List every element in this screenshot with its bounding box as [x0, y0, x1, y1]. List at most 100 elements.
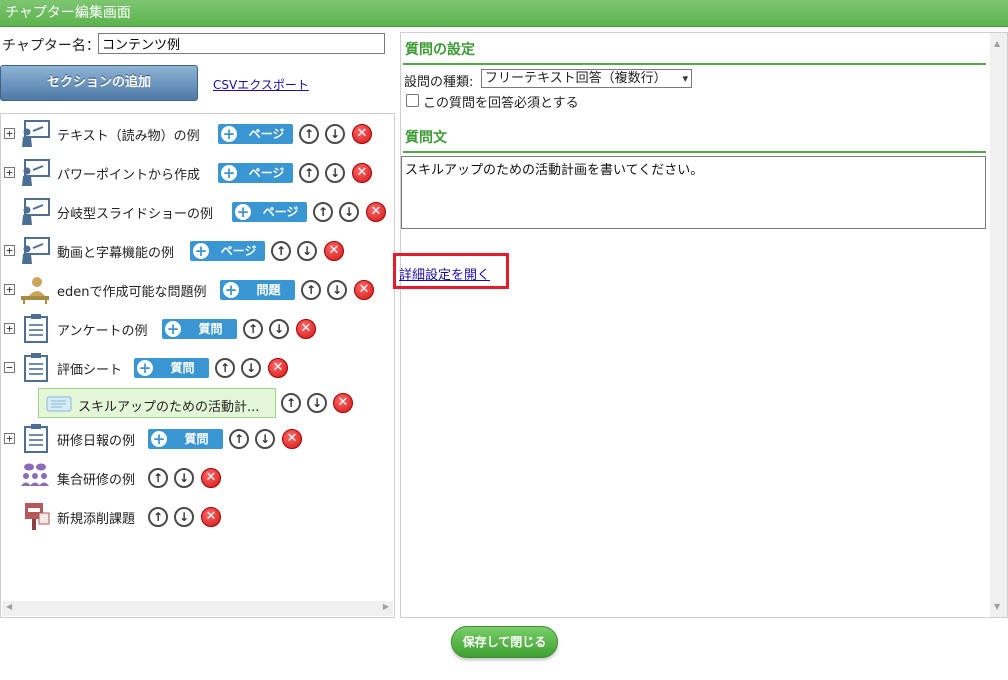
- add-page-button[interactable]: + ページ: [190, 241, 265, 261]
- delete-button[interactable]: ✕: [366, 202, 386, 222]
- delete-button[interactable]: ✕: [354, 280, 374, 300]
- required-checkbox-label: この質問を回答必須とする: [423, 96, 579, 111]
- tree-row: + アンケートの例 + 質問 ↑ ↓ ✕: [1, 313, 393, 343]
- move-down-button[interactable]: ↓: [269, 319, 289, 339]
- scroll-left-icon[interactable]: ◀: [6, 602, 12, 611]
- presentation-icon: [22, 120, 50, 147]
- move-up-button[interactable]: ↑: [148, 507, 168, 527]
- question-text-title: 質問文: [405, 130, 447, 146]
- question-type-label: 設問の種類:: [404, 75, 474, 90]
- move-down-button[interactable]: ↓: [241, 358, 261, 378]
- move-down-button[interactable]: ↓: [174, 468, 194, 488]
- tree-item-label: スキルアップのための活動計...: [78, 400, 260, 415]
- move-down-button[interactable]: ↓: [327, 280, 347, 300]
- move-up-button[interactable]: ↑: [243, 319, 263, 339]
- delete-button[interactable]: ✕: [282, 429, 302, 449]
- chapter-name-input[interactable]: [98, 33, 385, 54]
- question-type-select[interactable]: フリーテキスト回答（複数行） ▾: [481, 69, 692, 88]
- add-question-button[interactable]: + 質問: [148, 429, 223, 449]
- move-up-button[interactable]: ↑: [301, 280, 321, 300]
- scroll-right-icon[interactable]: ▶: [383, 602, 389, 611]
- required-checkbox[interactable]: [406, 94, 419, 107]
- scroll-up-icon[interactable]: ▲: [994, 39, 1000, 48]
- delete-button[interactable]: ✕: [296, 319, 316, 339]
- group-icon: [21, 463, 49, 486]
- tree-row: + テキスト（読み物）の例 + ページ ↑ ↓ ✕: [1, 118, 393, 148]
- tree-row: − 評価シート + 質問 ↑ ↓ ✕: [1, 352, 393, 382]
- move-down-button[interactable]: ↓: [325, 163, 345, 183]
- delete-button[interactable]: ✕: [324, 241, 344, 261]
- expand-toggle[interactable]: +: [4, 245, 15, 256]
- chevron-down-icon: ▾: [682, 72, 688, 85]
- move-up-button[interactable]: ↑: [148, 468, 168, 488]
- tree-item-label[interactable]: 新規添削課題: [57, 508, 135, 527]
- add-page-button[interactable]: + ページ: [218, 163, 293, 183]
- move-up-button[interactable]: ↑: [271, 241, 291, 261]
- delete-button[interactable]: ✕: [352, 124, 372, 144]
- open-advanced-settings-link[interactable]: 詳細設定を開く: [399, 264, 490, 283]
- selected-question-item[interactable]: スキルアップのための活動計...: [38, 388, 276, 418]
- move-down-button[interactable]: ↓: [307, 393, 327, 413]
- tree-item-label[interactable]: パワーポイントから作成: [57, 164, 200, 183]
- move-down-button[interactable]: ↓: [339, 202, 359, 222]
- vertical-scrollbar[interactable]: ▲ ▼: [990, 33, 1007, 617]
- tree-item-label[interactable]: テキスト（読み物）の例: [57, 125, 200, 144]
- question-settings-title: 質問の設定: [405, 42, 475, 58]
- add-question-button[interactable]: + 問題: [220, 280, 295, 300]
- tree-item-label[interactable]: 研修日報の例: [57, 430, 135, 449]
- horizontal-scrollbar[interactable]: ◀ ▶: [2, 601, 393, 616]
- save-and-close-button[interactable]: 保存して閉じる: [451, 626, 558, 658]
- tree-row: + 研修日報の例 + 質問 ↑ ↓ ✕: [1, 423, 393, 453]
- test-taker-icon: [21, 277, 49, 304]
- expand-toggle[interactable]: +: [4, 323, 15, 334]
- add-page-button[interactable]: + ページ: [218, 124, 293, 144]
- clipboard-icon: [24, 353, 48, 382]
- move-down-button[interactable]: ↓: [297, 241, 317, 261]
- add-page-button[interactable]: + ページ: [232, 202, 307, 222]
- delete-button[interactable]: ✕: [201, 468, 221, 488]
- delete-button[interactable]: ✕: [333, 393, 353, 413]
- section-divider: [403, 63, 986, 65]
- tree-row: + パワーポイントから作成 + ページ ↑ ↓ ✕: [1, 157, 393, 187]
- window-title: チャプター編集画面: [5, 5, 131, 21]
- move-up-button[interactable]: ↑: [281, 393, 301, 413]
- move-up-button[interactable]: ↑: [215, 358, 235, 378]
- presentation-icon: [22, 198, 50, 225]
- tree-item-label[interactable]: 分岐型スライドショーの例: [57, 203, 213, 222]
- section-divider: [403, 151, 986, 153]
- add-question-button[interactable]: + 質問: [162, 319, 237, 339]
- move-up-button[interactable]: ↑: [313, 202, 333, 222]
- tree-item-label[interactable]: edenで作成可能な問題例: [57, 281, 207, 300]
- highlight-box: 詳細設定を開く: [393, 253, 509, 289]
- tree-item-label[interactable]: 集合研修の例: [57, 469, 135, 488]
- delete-button[interactable]: ✕: [268, 358, 288, 378]
- move-up-button[interactable]: ↑: [229, 429, 249, 449]
- tree-item-label[interactable]: 評価シート: [57, 359, 122, 378]
- move-up-button[interactable]: ↑: [299, 124, 319, 144]
- tree-row: + edenで作成可能な問題例 + 問題 ↑ ↓ ✕: [1, 274, 393, 304]
- delete-button[interactable]: ✕: [352, 163, 372, 183]
- add-section-button[interactable]: セクションの追加: [0, 65, 198, 101]
- csv-export-link[interactable]: CSVエクスポート: [213, 76, 309, 93]
- section-tree-panel[interactable]: + テキスト（読み物）の例 + ページ ↑ ↓ ✕ + パワーポイントから作成 …: [0, 113, 395, 618]
- expand-toggle[interactable]: +: [4, 128, 15, 139]
- move-down-button[interactable]: ↓: [255, 429, 275, 449]
- chapter-name-label: チャプター名：: [2, 38, 100, 54]
- tree-item-label[interactable]: アンケートの例: [57, 320, 147, 339]
- move-up-button[interactable]: ↑: [299, 163, 319, 183]
- tree-item-label[interactable]: 動画と字幕機能の例: [57, 242, 174, 261]
- question-text-area[interactable]: スキルアップのための活動計画を書いてください。: [401, 156, 986, 229]
- move-down-button[interactable]: ↓: [174, 507, 194, 527]
- tree-row: 集合研修の例 ↑ ↓ ✕: [1, 462, 393, 492]
- tree-row: + 動画と字幕機能の例 + ページ ↑ ↓ ✕: [1, 235, 393, 265]
- delete-button[interactable]: ✕: [201, 507, 221, 527]
- expand-toggle[interactable]: +: [4, 284, 15, 295]
- tree-row-selected: スキルアップのための活動計... ↑ ↓ ✕: [1, 388, 393, 418]
- expand-toggle[interactable]: +: [4, 167, 15, 178]
- collapse-toggle[interactable]: −: [4, 362, 15, 373]
- expand-toggle[interactable]: +: [4, 433, 15, 444]
- move-down-button[interactable]: ↓: [325, 124, 345, 144]
- add-question-button[interactable]: + 質問: [134, 358, 209, 378]
- clipboard-icon: [24, 424, 48, 453]
- scroll-down-icon[interactable]: ▼: [994, 602, 1000, 611]
